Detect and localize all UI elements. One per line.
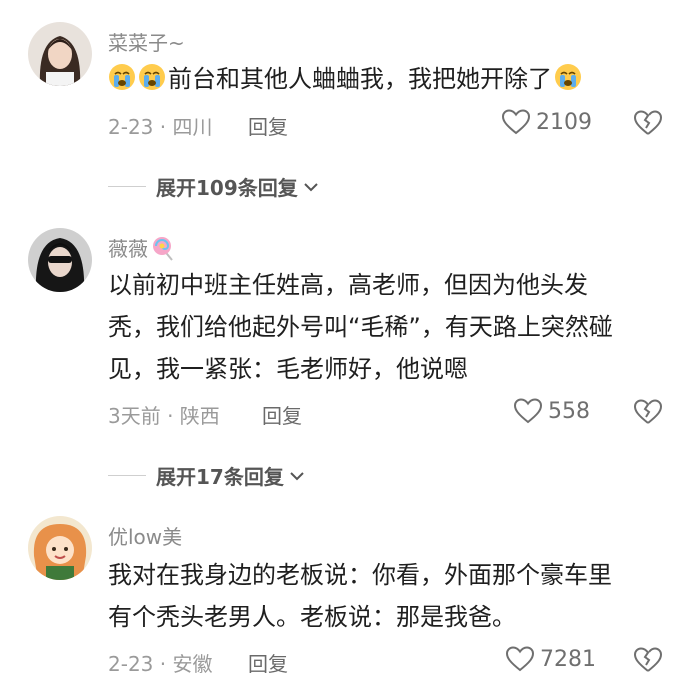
broken-heart-icon[interactable] xyxy=(634,646,662,674)
reply-button[interactable]: 回复 xyxy=(248,648,288,677)
crying-face-emoji-icon xyxy=(109,64,135,90)
comment-meta: 2-23 · 四川 xyxy=(108,115,213,139)
avatar[interactable] xyxy=(28,22,92,86)
divider-line xyxy=(108,186,146,187)
comment-text: 以前初中班主任姓高，高老师，但因为他头发 秃，我们给他起外号叫“毛稀”，有天路上… xyxy=(108,264,668,390)
avatar[interactable] xyxy=(28,516,92,580)
comment-line: 秃，我们给他起外号叫“毛稀”，有天路上突然碰 xyxy=(108,313,613,341)
like-button[interactable]: 2109 xyxy=(502,109,592,135)
username[interactable]: 菜菜子~ xyxy=(108,27,185,56)
comment-text: 我对在我身边的老板说：你看，外面那个豪车里 有个秃头老男人。老板说：那是我爸。 xyxy=(108,554,668,638)
expand-replies-label: 展开17条回复 xyxy=(156,465,284,489)
comment-meta: 3天前 · 陕西 xyxy=(108,404,220,428)
comment-line: 见，我一紧张：毛老师好，他说嗯 xyxy=(108,355,468,383)
like-count: 7281 xyxy=(540,646,596,672)
chevron-down-icon xyxy=(304,182,318,191)
heart-outline-icon xyxy=(502,109,530,135)
lollipop-emoji-icon xyxy=(153,236,173,261)
crying-face-emoji-icon xyxy=(139,64,165,90)
comment-line: 有个秃头老男人。老板说：那是我爸。 xyxy=(108,603,516,631)
comment-line: 我对在我身边的老板说：你看，外面那个豪车里 xyxy=(108,561,612,589)
crying-face-emoji-icon xyxy=(555,64,581,90)
expand-replies-button[interactable]: 展开109条回复 xyxy=(108,172,320,201)
comment-line: 以前初中班主任姓高，高老师，但因为他头发 xyxy=(108,271,588,299)
comment-meta: 2-23 · 安徽 xyxy=(108,652,213,676)
comment-text-body: 前台和其他人蛐蛐我，我把她开除了 xyxy=(168,65,552,93)
like-button[interactable]: 7281 xyxy=(506,646,596,672)
like-count: 2109 xyxy=(536,109,592,135)
username[interactable]: 优low美 xyxy=(108,521,182,550)
divider-line xyxy=(108,475,146,476)
expand-replies-button[interactable]: 展开17条回复 xyxy=(108,461,306,490)
broken-heart-icon[interactable] xyxy=(634,109,662,137)
username[interactable]: 薇薇 xyxy=(108,233,176,262)
heart-outline-icon xyxy=(506,646,534,672)
like-button[interactable]: 558 xyxy=(514,398,590,424)
reply-button[interactable]: 回复 xyxy=(262,400,302,429)
chevron-down-icon xyxy=(290,471,304,480)
expand-replies-label: 展开109条回复 xyxy=(156,176,298,200)
broken-heart-icon[interactable] xyxy=(634,398,662,426)
reply-button[interactable]: 回复 xyxy=(248,111,288,140)
avatar[interactable] xyxy=(28,228,92,292)
username-text: 薇薇 xyxy=(108,237,148,261)
heart-outline-icon xyxy=(514,398,542,424)
like-count: 558 xyxy=(548,398,590,424)
comment-text: 前台和其他人蛐蛐我，我把她开除了 xyxy=(108,58,668,100)
